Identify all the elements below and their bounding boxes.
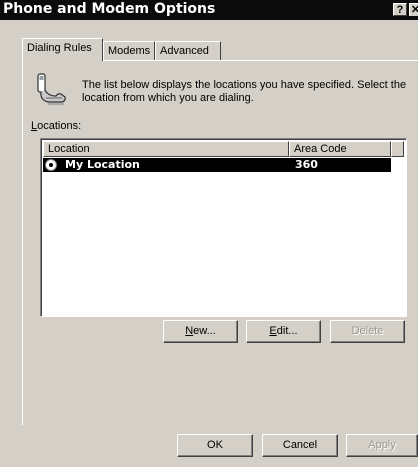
help-button[interactable]: ? — [393, 3, 407, 16]
edit-button[interactable]: Edit... — [246, 320, 321, 343]
phone-modem-dialog: Phone and Modem Options ? ✕ Dialing Rule… — [0, 0, 418, 467]
tab-dialing-rules[interactable]: Dialing Rules — [22, 38, 103, 61]
location-area-code: 360 — [295, 158, 318, 171]
selected-radio-icon[interactable] — [45, 159, 57, 171]
apply-button[interactable]: Apply — [346, 434, 418, 457]
title-bar[interactable]: Phone and Modem Options ? ✕ — [0, 0, 418, 20]
column-header-spacer — [391, 141, 404, 157]
ok-button[interactable]: OK — [177, 434, 253, 457]
new-button[interactable]: New... — [163, 320, 238, 343]
list-item[interactable]: My Location 360 — [43, 158, 391, 172]
tab-advanced[interactable]: Advanced — [155, 41, 221, 61]
locations-list[interactable]: Location Area Code My Location 360 — [40, 138, 407, 317]
column-header-area-code[interactable]: Area Code — [289, 141, 391, 157]
close-button[interactable]: ✕ — [409, 3, 418, 16]
location-name: My Location — [65, 158, 140, 171]
column-header-location[interactable]: Location — [43, 141, 289, 157]
window-title: Phone and Modem Options — [3, 1, 216, 17]
tab-modems[interactable]: Modems — [103, 41, 155, 61]
delete-button[interactable]: Delete — [330, 320, 405, 343]
locations-label: Locations: — [31, 120, 82, 132]
cancel-button[interactable]: Cancel — [262, 434, 338, 457]
dialing-rules-description: The list below displays the locations yo… — [82, 79, 407, 104]
phone-icon — [37, 73, 66, 105]
